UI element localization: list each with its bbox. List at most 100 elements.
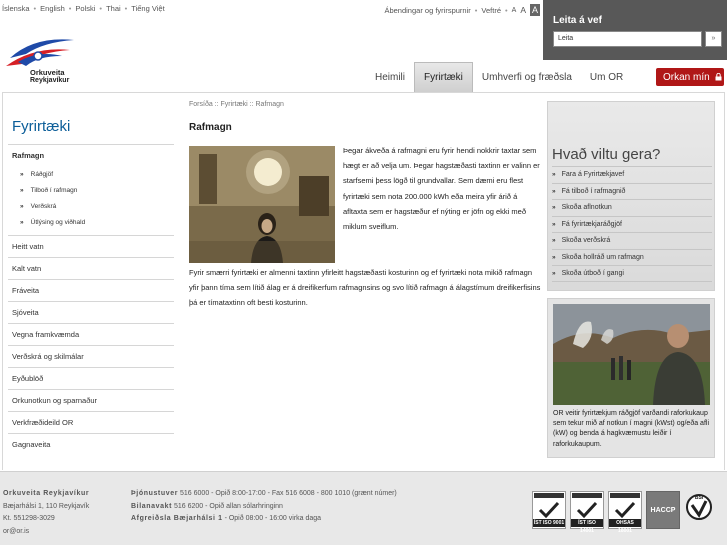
chevron-right-icon: » (552, 204, 556, 212)
chevron-right-icon: » (20, 202, 24, 210)
logo-text-line1: Orkuveita (30, 68, 65, 77)
sidebar-item[interactable]: Sjóveita (8, 301, 174, 323)
footer-hours: Þjónustuver 516 6000 - Opið 8:00-17:00 -… (131, 488, 397, 526)
switchboard-label: Bilanavakt (131, 502, 173, 510)
bsi-logo-icon: BSI (686, 494, 712, 520)
lang-vietnamese[interactable]: Tiếng Việt (131, 4, 164, 13)
sidebar-item[interactable]: Verðskrá og skilmálar (8, 345, 174, 367)
sidebar-subitem[interactable]: » Ráðgjöf (8, 166, 174, 182)
bsi-label: BSI (695, 495, 704, 501)
breadcrumb[interactable]: Forsíða :: Fyrirtæki :: Rafmagn (189, 101, 284, 108)
lock-icon (715, 73, 722, 81)
font-size-large-button[interactable]: A (529, 4, 540, 16)
sidebar-item[interactable]: Verkfræðideild OR (8, 411, 174, 433)
quick-action-label: Fara á Fyrirtækjavef (561, 171, 625, 179)
chevron-right-icon: » (552, 220, 556, 228)
haccp-badge: HACCP (646, 491, 680, 529)
promo-caption: OR veitir fyrirtækjum ráðgjöf varðandi r… (553, 410, 710, 448)
logo[interactable]: Orkuveita Reykjavíkur (4, 36, 78, 88)
article-paragraph: Fyrir smærri fyrirtæki er almenni taxtin… (189, 268, 541, 308)
quick-action-label: Skoða útboð í gangi (561, 269, 624, 277)
quick-action-label: Skoða aflnotkun (561, 204, 612, 212)
checkmark-icon (614, 501, 636, 519)
checkmark-icon (576, 501, 598, 519)
reception-label: Afgreiðsla Bæjarhálsi 1 (131, 515, 223, 522)
page-title: Rafmagn (189, 122, 232, 133)
language-selector: Íslenska • English • Polski • Thai • Tiếng V… (2, 4, 165, 13)
quick-action-link[interactable]: » Skoða hollráð um rafmagn (552, 248, 712, 266)
quick-actions-list: » Fara á Fyrirtækjavef » Fá tilboð í rafma… (552, 166, 712, 282)
sidebar-item-current[interactable]: Rafmagn (8, 144, 174, 166)
quick-action-label: Skoða verðskrá (561, 237, 611, 245)
sidebar-item[interactable]: Kalt vatn (8, 257, 174, 279)
sidebar-subitem-label: Ráðgjöf (30, 170, 54, 178)
iso-9001-badge: ÍST ISO 9001 (532, 491, 566, 529)
chevron-right-icon: » (552, 187, 556, 195)
sidebar: Fyrirtæki Rafmagn » Ráðgjöf » Tilboð í raf… (8, 118, 174, 455)
quick-actions-heading: Hvað viltu gera? (552, 146, 661, 163)
lang-polish[interactable]: Polski (75, 4, 95, 13)
sitemap-link[interactable]: Veftré (481, 6, 501, 15)
utility-links: Ábendingar og fyrirspurnir • Veftré • A … (384, 4, 540, 16)
font-size-medium-button[interactable]: A (520, 5, 526, 15)
iso-14001-badge: ÍST ISO 14001 (570, 491, 604, 534)
feedback-link[interactable]: Ábendingar og fyrirspurnir (384, 6, 470, 15)
bsi-badge: BSI (684, 491, 714, 529)
logo-text-line2: Reykjavíkur (30, 77, 70, 84)
sidebar-item[interactable]: Eyðublöð (8, 367, 174, 389)
quick-action-link[interactable]: » Skoða aflnotkun (552, 199, 712, 216)
footer-company: Orkuveita Reykjavíkur (3, 490, 90, 497)
service-text: 516 6000 - Opið 8:00-17:00 - Fax 516 600… (180, 490, 397, 497)
reception-text: - Opið 08:00 - 16:00 virka daga (224, 515, 322, 522)
chevron-right-icon: » (20, 170, 24, 178)
my-energy-button[interactable]: Orkan mín (656, 68, 724, 86)
quick-action-link[interactable]: » Fara á Fyrirtækjavef (552, 166, 712, 183)
sidebar-subitem[interactable]: » Verðskrá (8, 198, 174, 214)
quick-action-link[interactable]: » Skoða útboð í gangi (552, 265, 712, 282)
nav-about[interactable]: Um OR (581, 62, 632, 92)
ohsas-18001-badge: OHSAS 18001 (608, 491, 642, 534)
footer-email[interactable]: or@or.is (3, 526, 89, 539)
quick-action-link[interactable]: » Fá fyrirtækjaráðgjöf (552, 215, 712, 233)
lang-icelandic[interactable]: Íslenska (2, 4, 30, 13)
sidebar-item[interactable]: Gagnaveita (8, 433, 174, 455)
sidebar-subitem-label: Tilboð í rafmagn (30, 186, 78, 194)
quick-action-label: Fá fyrirtækjaráðgjöf (561, 220, 622, 228)
my-energy-label: Orkan mín (663, 71, 710, 83)
nav-home[interactable]: Heimili (366, 62, 414, 92)
chevron-right-icon: » (20, 186, 24, 194)
search-button[interactable]: » (705, 31, 722, 47)
sidebar-item[interactable]: Orkunotkun og sparnaður (8, 389, 174, 411)
sidebar-item[interactable]: Heitt vatn (8, 235, 174, 257)
nav-business[interactable]: Fyrirtæki (414, 62, 473, 92)
footer-address: Bæjarhálsi 1, 110 Reykjavík (3, 502, 90, 510)
sidebar-item[interactable]: Vegna framkvæmda (8, 323, 174, 345)
chevron-right-icon: » (552, 253, 556, 261)
checkmark-icon (538, 501, 560, 519)
sidebar-subitem[interactable]: » Tilboð í rafmagn (8, 182, 174, 198)
font-size-small-button[interactable]: A (512, 7, 517, 14)
service-label: Þjónustuver (131, 490, 179, 497)
sidebar-item[interactable]: Fráveita (8, 279, 174, 301)
quick-action-label: Fá tilboð í rafmagnið (561, 187, 626, 195)
sidebar-subitem[interactable]: » Útlýsing og viðhald (8, 214, 174, 230)
footer-contact: Orkuveita Reykjavíkur Bæjarhálsi 1, 110 … (3, 488, 89, 538)
lang-english[interactable]: English (40, 4, 65, 13)
quick-action-label: Skoða hollráð um rafmagn (561, 253, 644, 261)
sidebar-subitem-label: Útlýsing og viðhald (30, 218, 86, 226)
article-photo (189, 146, 335, 263)
search-panel: Leita á vef Leita » (543, 0, 727, 60)
nav-environment[interactable]: Umhverfi og fræðsla (473, 62, 581, 92)
chevron-right-icon: » (552, 171, 556, 179)
article-paragraph: Þegar ákveða á rafmagni eru fyrir hendi … (343, 146, 540, 232)
top-bar: Íslenska • English • Polski • Thai • Tiếng V… (0, 0, 540, 16)
footer: Orkuveita Reykjavíkur Bæjarhálsi 1, 110 … (0, 471, 727, 545)
chevron-right-icon: » (20, 218, 24, 226)
search-input[interactable]: Leita (553, 31, 702, 47)
quick-action-link[interactable]: » Skoða verðskrá (552, 232, 712, 249)
lang-thai[interactable]: Thai (106, 4, 121, 13)
sidebar-heading: Fyrirtæki (12, 118, 71, 135)
quick-action-link[interactable]: » Fá tilboð í rafmagnið (552, 182, 712, 200)
chevron-right-icon: » (552, 269, 556, 277)
chevron-right-icon: » (552, 237, 556, 245)
